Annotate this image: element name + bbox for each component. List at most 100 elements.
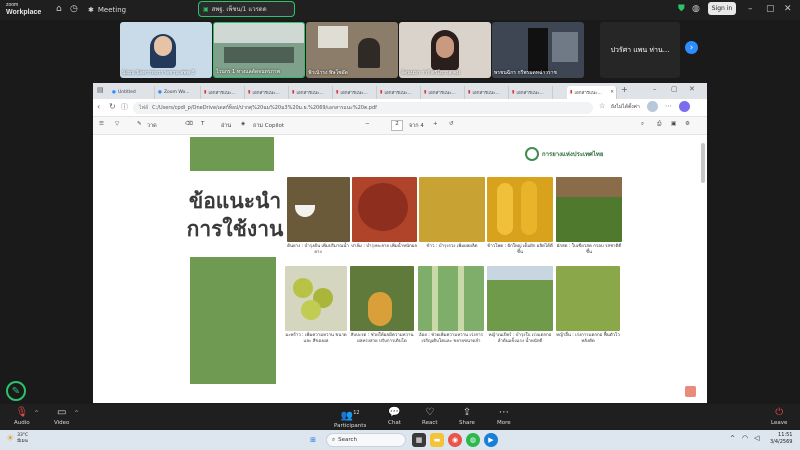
- globe-icon[interactable]: ◍: [692, 4, 700, 14]
- draw-icon[interactable]: ✎: [137, 121, 142, 127]
- maximize-icon[interactable]: ▢: [766, 4, 775, 14]
- window-minimize-icon[interactable]: –: [653, 85, 657, 93]
- favorite-icon[interactable]: ☆: [599, 102, 605, 110]
- home-icon[interactable]: ⌂: [56, 4, 62, 14]
- more-button[interactable]: ⋯ More: [497, 407, 511, 426]
- participant-video-4[interactable]: ลัดนนรก าารั ศรีโฮวาส คป: [399, 22, 491, 78]
- copilot-small-icon[interactable]: ◈: [241, 121, 245, 127]
- participant-name: ไวนกร 1 ทางแลด้ดจนทรภาพ: [216, 69, 280, 75]
- meeting-tab[interactable]: ✱ Meeting: [88, 3, 126, 16]
- tab-6[interactable]: ▮ เอกสารแนะ...: [333, 86, 377, 99]
- tab-2[interactable]: ● Zoom Wo...: [155, 86, 201, 99]
- clock-area[interactable]: 11:51 3/4/2569: [770, 432, 792, 446]
- contents-icon[interactable]: ☰: [99, 121, 104, 127]
- participants-button[interactable]: 👥12 Participants: [334, 407, 366, 429]
- copilot-icon[interactable]: [679, 101, 690, 112]
- clock-icon[interactable]: ◷: [70, 4, 78, 14]
- photo-oil-palm: [352, 177, 417, 242]
- participant-video-5[interactable]: พรชนฉีกร กรีพรมดทฉ่าวราช: [492, 22, 584, 78]
- tab-active[interactable]: ▮ เอกสารแนะ... ✕: [567, 86, 617, 99]
- weather-widget[interactable]: ☀ 33°C มีเมฆ: [6, 433, 28, 444]
- caption-sugarcane: อ้อย : ช่วยเพิ่มความหวาน เร่งการเจริญเติ…: [419, 333, 483, 344]
- audio-options-chevron-icon[interactable]: ^: [34, 410, 39, 417]
- window-close-icon[interactable]: ✕: [689, 85, 695, 93]
- sign-in-button[interactable]: Sign in: [708, 2, 736, 15]
- ask-copilot-label[interactable]: ถาม Copilot: [253, 122, 284, 130]
- video-button[interactable]: ▭ Video: [54, 407, 69, 426]
- meeting-label: Meeting: [97, 5, 127, 14]
- search-pdf-icon[interactable]: ⌕: [641, 121, 644, 128]
- zoom-control-bar: 🎙 Audio ^ ▭ Video ^ 👥12 Participants 💬 C…: [0, 404, 800, 430]
- photo-napier-grass: [487, 266, 553, 331]
- info-icon[interactable]: ⓘ: [121, 102, 128, 112]
- tab-1[interactable]: ● Untitled: [109, 86, 155, 99]
- search-label: Search: [338, 437, 357, 443]
- wifi-icon[interactable]: ◠: [742, 434, 748, 442]
- react-button[interactable]: ♡ React: [422, 407, 438, 426]
- eraser-icon[interactable]: ⌫: [185, 121, 193, 127]
- rotate-icon[interactable]: ↺: [449, 121, 454, 127]
- window-maximize-icon[interactable]: ▢: [671, 85, 678, 93]
- profile-avatar[interactable]: [647, 101, 658, 112]
- participant-video-3[interactable]: ฟ้าเน้ารง พิษโซอ๊ด: [306, 22, 398, 78]
- back-icon[interactable]: ‹: [97, 102, 100, 111]
- audio-button[interactable]: 🎙 Audio: [14, 407, 30, 426]
- tab-7[interactable]: ▮ เอกสารแนะ...: [377, 86, 421, 99]
- close-icon[interactable]: ✕: [784, 4, 792, 14]
- participant-name: พรชนฉีกร กรีพรมดทฉ่าวราช: [494, 70, 557, 76]
- read-aloud-label[interactable]: อ่าน: [221, 122, 231, 130]
- zoom-app-icon[interactable]: ▶: [484, 433, 498, 447]
- photo-coconut: [285, 266, 347, 331]
- caption-coconut: มะพร้าว : เพิ่มความหวาน ขนาด และ สีของผล: [285, 333, 347, 344]
- system-tray-chevron-icon[interactable]: ^: [730, 435, 735, 442]
- tab-8[interactable]: ▮ เอกสารแนะ...: [421, 86, 465, 99]
- url-input[interactable]: ไฟล์ C:/Users/cpdl_p/OneDrive/เดสก์ท็อป/…: [133, 102, 593, 114]
- text-icon[interactable]: T: [201, 121, 204, 127]
- save-icon[interactable]: ▣: [671, 121, 676, 127]
- highlight-icon[interactable]: ▽: [115, 121, 119, 127]
- chrome-icon[interactable]: ◉: [448, 433, 462, 447]
- caption-napier: หญ้าเนเปียร์ : บำรุงใบ เร่งแตกกอ ลำต้นแข…: [488, 333, 552, 344]
- video-options-chevron-icon[interactable]: ^: [74, 410, 79, 417]
- zoom-out-icon[interactable]: −: [365, 121, 370, 127]
- volume-icon[interactable]: ◁: [754, 434, 759, 442]
- pdf-corner-icon[interactable]: [685, 386, 696, 397]
- tab-4[interactable]: ▮ เอกสารแนะ...: [245, 86, 289, 99]
- green-block-top: [190, 137, 274, 171]
- more-participants-label: ปวรัศา แพน ห่าน...: [610, 45, 670, 54]
- participant-video-1[interactable]: นุ้งมน นิลทวาทยวราจชาน สพพ 3: [120, 22, 212, 78]
- participant-video-2[interactable]: ไวนกร 1 ทางแลด้ดจนทรภาพ: [213, 22, 305, 78]
- annotate-pen-icon[interactable]: ✎: [6, 381, 26, 401]
- file-explorer-icon[interactable]: ▬: [430, 433, 444, 447]
- new-tab-icon[interactable]: +: [621, 85, 628, 94]
- more-participants-tile[interactable]: ปวรัศา แพน ห่าน...: [600, 22, 680, 78]
- shield-icon[interactable]: ⛊: [678, 4, 685, 14]
- chat-button[interactable]: 💬 Chat: [388, 407, 401, 426]
- tab-5[interactable]: ▮ เอกสารแนะ...: [289, 86, 333, 99]
- task-view-icon[interactable]: ▦: [412, 433, 426, 447]
- tab-9[interactable]: ▮ เอกสารแนะ...: [465, 86, 509, 99]
- taskbar-search[interactable]: ⌕ Search: [326, 433, 406, 447]
- minimize-icon[interactable]: –: [748, 4, 753, 14]
- windows-start-icon[interactable]: ⊞: [306, 433, 320, 447]
- photo-rice: [419, 177, 485, 242]
- settings-icon[interactable]: ⚙: [685, 121, 690, 127]
- menu-dots-icon[interactable]: ⋯: [665, 102, 672, 110]
- photo-grass: [556, 266, 620, 331]
- reload-icon[interactable]: ↻: [109, 102, 116, 111]
- share-button[interactable]: ⇪ Share: [459, 407, 475, 426]
- scrollbar-thumb[interactable]: [701, 143, 705, 183]
- print-icon[interactable]: ⎙: [657, 121, 661, 128]
- tab-10[interactable]: ▮ เอกสารแนะ...: [509, 86, 553, 99]
- line-app-icon[interactable]: ◍: [466, 433, 480, 447]
- tab-3[interactable]: ▮ เอกสารแนะ...: [201, 86, 245, 99]
- page-number-input[interactable]: 2: [391, 120, 403, 131]
- tab-actions-icon[interactable]: ▤: [97, 86, 104, 94]
- next-page-arrow-icon[interactable]: ›: [685, 41, 698, 54]
- sharing-indicator[interactable]: ▣ สพฐ. เพ็ชน/1 แวรดด: [198, 1, 295, 17]
- leave-button[interactable]: ⏻ Leave: [771, 407, 787, 426]
- draw-label[interactable]: วาด: [147, 122, 157, 130]
- zoom-in-icon[interactable]: +: [433, 121, 438, 127]
- reading-mode-label[interactable]: ยังไม่ได้ตั้งค่า: [611, 103, 640, 111]
- photo-sugarcane: [418, 266, 484, 331]
